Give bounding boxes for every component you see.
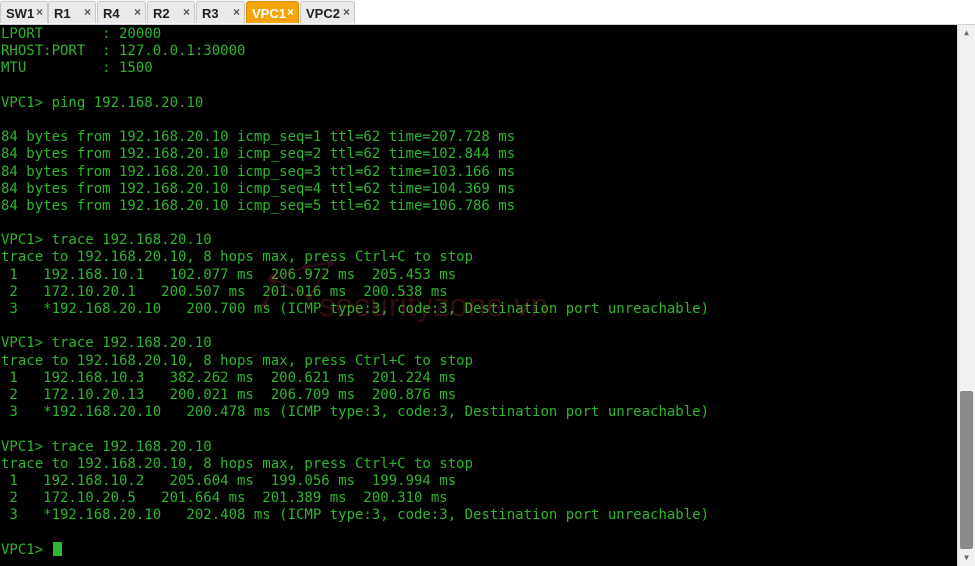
close-icon[interactable]: × <box>233 5 240 19</box>
tab-r1[interactable]: R1 × <box>48 1 96 23</box>
tab-r4[interactable]: R4 × <box>97 1 146 23</box>
tab-label: VPC1 <box>252 6 286 21</box>
vertical-scrollbar[interactable]: ▲ ▼ <box>957 25 975 566</box>
text-cursor <box>52 541 62 556</box>
terminal-line: 3 *192.168.20.10 200.700 ms (ICMP type:3… <box>1 301 710 317</box>
terminal-console[interactable]: LPORT : 20000 RHOST:PORT : 127.0.0.1:300… <box>0 25 957 566</box>
terminal-line: 2 172.10.20.13 200.021 ms 206.709 ms 200… <box>1 386 457 403</box>
close-icon[interactable]: × <box>287 5 294 19</box>
terminal-line: 84 bytes from 192.168.20.10 icmp_seq=2 t… <box>1 146 516 163</box>
close-icon[interactable]: × <box>343 5 350 19</box>
tab-sw1[interactable]: SW1 × <box>0 1 48 23</box>
terminal-line: 84 bytes from 192.168.20.10 icmp_seq=1 t… <box>1 129 516 146</box>
terminal-line: VPC1> ping 192.168.20.10 <box>1 94 204 111</box>
tab-bar: SW1 × R1 × R4 × R2 × R3 × VPC1 × VPC2 × <box>0 0 975 25</box>
terminal-line: 1 192.168.10.2 205.604 ms 199.056 ms 199… <box>1 472 457 489</box>
terminal-prompt: VPC1> <box>1 541 52 558</box>
terminal-line: trace to 192.168.20.10, 8 hops max, pres… <box>1 352 474 369</box>
tab-label: VPC2 <box>306 6 340 21</box>
tab-r3[interactable]: R3 × <box>196 1 245 23</box>
tab-r2[interactable]: R2 × <box>147 1 195 23</box>
terminal-line: 84 bytes from 192.168.20.10 icmp_seq=4 t… <box>1 180 516 197</box>
terminal-line: RHOST:PORT : 127.0.0.1:30000 <box>1 43 246 60</box>
terminal-line: 1 192.168.10.1 102.077 ms 206.972 ms 205… <box>1 266 457 283</box>
terminal-line: VPC1> trace 192.168.20.10 <box>1 438 212 455</box>
terminal-line: LPORT : 20000 <box>1 26 162 42</box>
tab-vpc2[interactable]: VPC2 × <box>300 1 355 23</box>
terminal-prompt-line[interactable]: VPC1> <box>1 541 709 559</box>
tab-label: R1 <box>54 6 71 21</box>
close-icon[interactable]: × <box>134 5 141 19</box>
terminal-line: trace to 192.168.20.10, 8 hops max, pres… <box>1 249 474 266</box>
tab-vpc1[interactable]: VPC1 × <box>246 1 299 23</box>
tab-bar-empty-area <box>355 0 975 24</box>
scroll-up-arrow-icon[interactable]: ▲ <box>958 25 975 41</box>
terminal-line: VPC1> trace 192.168.20.10 <box>1 232 212 249</box>
scrollbar-thumb[interactable] <box>960 391 973 549</box>
close-icon[interactable]: × <box>36 5 43 19</box>
terminal-line: 84 bytes from 192.168.20.10 icmp_seq=3 t… <box>1 163 516 180</box>
scroll-down-arrow-icon[interactable]: ▼ <box>958 550 975 566</box>
terminal-line: 2 172.10.20.1 200.507 ms 201.016 ms 200.… <box>1 283 448 300</box>
tab-label: R4 <box>103 6 120 21</box>
terminal-line: 3 *192.168.20.10 200.478 ms (ICMP type:3… <box>1 404 710 421</box>
tab-label: R2 <box>153 6 170 21</box>
terminal-line: 3 *192.168.20.10 202.408 ms (ICMP type:3… <box>1 507 710 524</box>
terminal-line: trace to 192.168.20.10, 8 hops max, pres… <box>1 455 474 472</box>
terminal-line: 84 bytes from 192.168.20.10 icmp_seq=5 t… <box>1 197 516 214</box>
tab-label: SW1 <box>6 6 35 21</box>
terminal-line: 2 172.10.20.5 201.664 ms 201.389 ms 200.… <box>1 490 448 507</box>
terminal-line: VPC1> trace 192.168.20.10 <box>1 335 212 352</box>
close-icon[interactable]: × <box>183 5 190 19</box>
close-icon[interactable]: × <box>84 5 91 19</box>
terminal-line: MTU : 1500 <box>1 60 153 77</box>
tab-label: R3 <box>202 6 219 21</box>
terminal-output: LPORT : 20000 RHOST:PORT : 127.0.0.1:300… <box>1 26 709 559</box>
terminal-line: 1 192.168.10.3 382.262 ms 200.621 ms 201… <box>1 369 457 386</box>
